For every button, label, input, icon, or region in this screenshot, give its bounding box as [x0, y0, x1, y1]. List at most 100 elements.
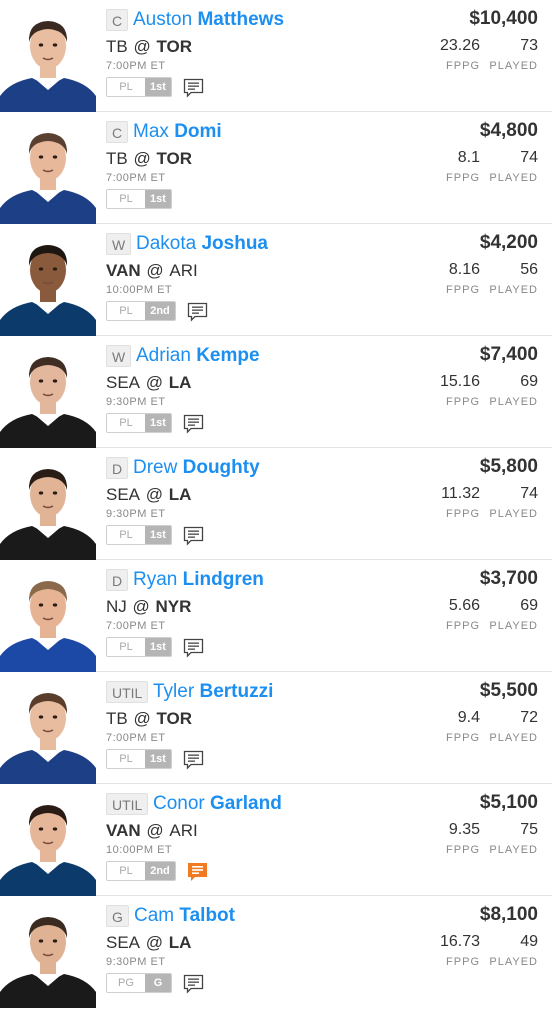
game-time: 7:00PM ET — [106, 172, 166, 184]
line-status-value: 1st — [145, 638, 171, 656]
game-matchup: NJ @ NYR — [106, 597, 191, 617]
player-headshot — [0, 120, 96, 224]
player-salary: $8,100 — [479, 904, 538, 925]
player-row[interactable]: D Ryan Lindgren NJ @ NYR 7:00PM ET PL 1s… — [0, 560, 552, 672]
player-name[interactable]: Conor Garland — [153, 792, 282, 816]
at-separator: @ — [141, 373, 168, 392]
player-name[interactable]: Ryan Lindgren — [133, 568, 264, 592]
player-name[interactable]: Dakota Joshua — [136, 232, 268, 256]
played-label: PLAYED — [489, 844, 538, 856]
player-first-name: Cam — [134, 905, 175, 926]
player-row[interactable]: UTIL Tyler Bertuzzi TB @ TOR 7:00PM ET P… — [0, 672, 552, 784]
game-time: 9:30PM ET — [106, 396, 166, 408]
line-status-value: 1st — [145, 526, 171, 544]
fppg-value: 15.16 — [439, 373, 480, 390]
player-headshot — [0, 8, 96, 112]
fppg-value: 23.26 — [439, 37, 480, 54]
player-row[interactable]: C Auston Matthews TB @ TOR 7:00PM ET PL … — [0, 0, 552, 112]
home-team: LA — [168, 373, 192, 392]
played-label: PLAYED — [489, 956, 538, 968]
player-first-name: Adrian — [136, 345, 191, 366]
home-team: LA — [168, 933, 192, 952]
player-name[interactable]: Auston Matthews — [133, 8, 284, 32]
played-value: 75 — [520, 821, 538, 838]
position-badge: UTIL — [106, 793, 149, 815]
player-row[interactable]: D Drew Doughty SEA @ LA 9:30PM ET PL 1st… — [0, 448, 552, 560]
game-time: 9:30PM ET — [106, 508, 166, 520]
position-badge: C — [106, 121, 129, 143]
player-name[interactable]: Adrian Kempe — [136, 344, 260, 368]
line-status-value: 1st — [145, 190, 171, 208]
played-value: 74 — [520, 149, 538, 166]
fppg-value: 5.66 — [448, 597, 480, 614]
played-value: 56 — [520, 261, 538, 278]
fppg-label: FPPG — [446, 284, 480, 296]
game-time: 10:00PM ET — [106, 284, 173, 296]
news-icon[interactable] — [183, 414, 204, 434]
player-first-name: Tyler — [153, 681, 195, 702]
position-badge: UTIL — [106, 681, 149, 703]
player-last-name: Talbot — [179, 905, 235, 926]
player-row[interactable]: W Dakota Joshua VAN @ ARI 10:00PM ET PL … — [0, 224, 552, 336]
player-list: C Auston Matthews TB @ TOR 7:00PM ET PL … — [0, 0, 552, 1008]
fppg-label: FPPG — [446, 844, 480, 856]
player-name[interactable]: Max Domi — [133, 120, 222, 144]
player-name[interactable]: Drew Doughty — [133, 456, 260, 480]
player-headshot — [0, 344, 96, 448]
player-salary: $5,500 — [479, 680, 538, 701]
player-salary: $4,800 — [479, 120, 538, 141]
player-row[interactable]: W Adrian Kempe SEA @ LA 9:30PM ET PL 1st… — [0, 336, 552, 448]
fppg-value: 11.32 — [441, 485, 480, 502]
player-row[interactable]: UTIL Conor Garland VAN @ ARI 10:00PM ET … — [0, 784, 552, 896]
home-team: TOR — [156, 149, 193, 168]
player-first-name: Auston — [133, 9, 193, 30]
home-team: TOR — [156, 709, 193, 728]
news-icon[interactable] — [183, 974, 204, 994]
news-icon[interactable] — [183, 638, 204, 658]
line-status-value: 1st — [145, 414, 171, 432]
fppg-value: 9.4 — [457, 709, 480, 726]
line-status-label: PL — [107, 414, 145, 432]
position-badge: D — [106, 569, 129, 591]
line-status: PL 1st — [106, 525, 172, 545]
player-headshot — [0, 904, 96, 1008]
line-status: PL 1st — [106, 77, 172, 97]
player-name[interactable]: Cam Talbot — [134, 904, 235, 928]
at-separator: @ — [128, 709, 156, 728]
game-matchup: TB @ TOR — [106, 37, 192, 57]
game-matchup: SEA @ LA — [106, 373, 191, 393]
player-first-name: Max — [133, 121, 169, 142]
played-label: PLAYED — [489, 620, 538, 632]
away-team: TB — [106, 149, 128, 168]
fppg-label: FPPG — [446, 732, 480, 744]
played-label: PLAYED — [489, 732, 538, 744]
player-first-name: Dakota — [136, 233, 197, 254]
player-salary: $7,400 — [479, 344, 538, 365]
line-status-label: PL — [107, 638, 145, 656]
news-icon[interactable] — [183, 526, 204, 546]
fppg-label: FPPG — [446, 396, 480, 408]
line-status: PL 1st — [106, 637, 172, 657]
away-team: SEA — [106, 373, 141, 392]
player-salary: $3,700 — [479, 568, 538, 589]
line-status: PG G — [106, 973, 172, 993]
news-alert-icon[interactable] — [187, 862, 208, 882]
player-name[interactable]: Tyler Bertuzzi — [153, 680, 273, 704]
player-salary: $5,100 — [479, 792, 538, 813]
player-row[interactable]: C Max Domi TB @ TOR 7:00PM ET PL 1st $4,… — [0, 112, 552, 224]
player-row[interactable]: G Cam Talbot SEA @ LA 9:30PM ET PG G $8,… — [0, 896, 552, 1008]
line-status-value: 2nd — [145, 862, 175, 880]
line-status-value: 1st — [145, 78, 171, 96]
player-first-name: Drew — [133, 457, 178, 478]
away-team: SEA — [106, 485, 141, 504]
news-icon[interactable] — [187, 302, 208, 322]
player-headshot — [0, 792, 96, 896]
player-last-name: Doughty — [182, 457, 260, 478]
position-badge: W — [106, 233, 132, 255]
news-icon[interactable] — [183, 750, 204, 770]
line-status-label: PL — [107, 526, 145, 544]
played-label: PLAYED — [489, 60, 538, 72]
fppg-label: FPPG — [446, 172, 480, 184]
news-icon[interactable] — [183, 78, 204, 98]
position-badge: C — [106, 9, 129, 31]
